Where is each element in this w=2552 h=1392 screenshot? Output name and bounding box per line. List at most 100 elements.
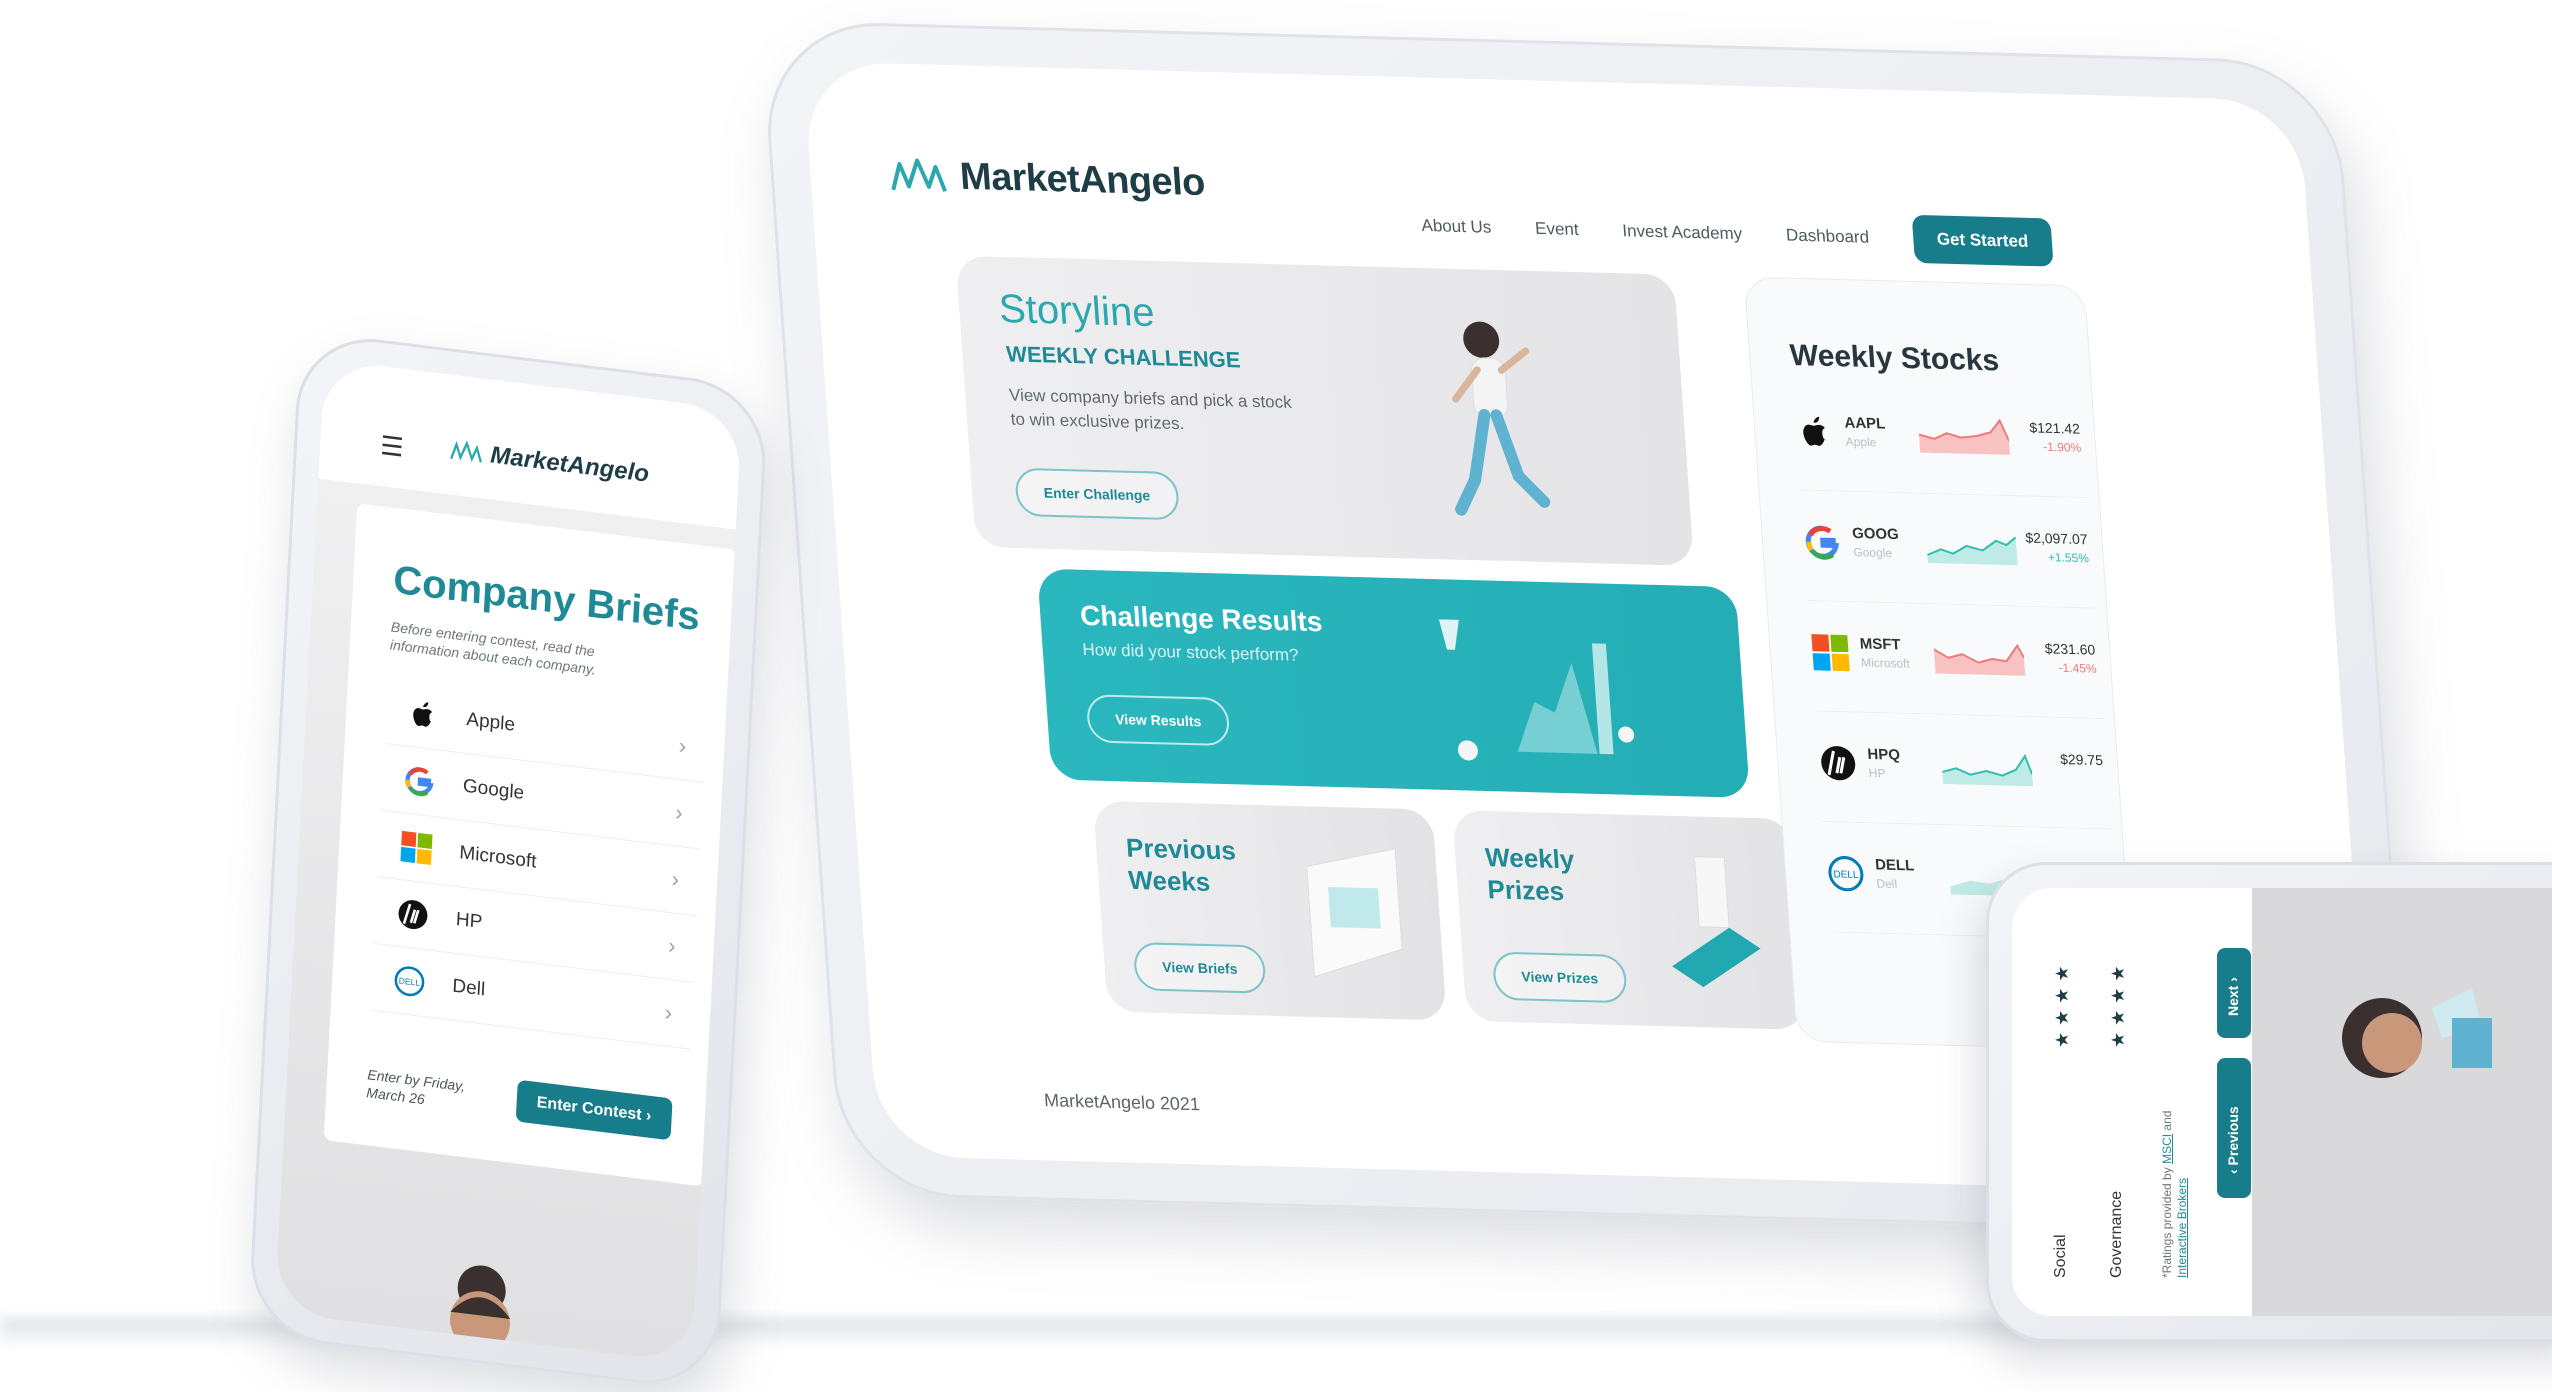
svg-text:DELL: DELL bbox=[399, 975, 421, 988]
bar-chart-illustration bbox=[1438, 619, 1635, 761]
interactive-brokers-link[interactable]: Interactive Brokers bbox=[2175, 1178, 2189, 1278]
phone-right-device: Social Governance ★★★★ ★★★★ *Ratings pro… bbox=[1986, 862, 2552, 1342]
apple-logo-icon bbox=[1803, 416, 1825, 446]
girl-avatar-illustration bbox=[450, 1265, 511, 1352]
company-label: Dell bbox=[451, 975, 486, 1001]
governance-stars-icon: ★★★★ bbox=[2108, 959, 2128, 1048]
storyline-card: Storyline WEEKLY CHALLENGE View company … bbox=[955, 255, 1695, 566]
phone-left-device: ☰ MarketAngelo Company Briefs Before ent… bbox=[247, 330, 770, 1392]
view-prizes-button[interactable]: View Prizes bbox=[1491, 951, 1628, 1004]
stock-change: -1.45% bbox=[2058, 660, 2098, 676]
ratings-note: *Ratings provided by MSCI and Interactiv… bbox=[2160, 1058, 2190, 1278]
logo-mark-icon bbox=[891, 157, 947, 192]
hp-logo-icon bbox=[398, 900, 428, 930]
tablet-logo[interactable]: MarketAngelo bbox=[889, 154, 1207, 205]
stock-name: Google bbox=[1852, 545, 1893, 561]
previous-label: ‹ Previous bbox=[2225, 1106, 2241, 1174]
logo-text: MarketAngelo bbox=[489, 441, 650, 488]
stock-row-aapl[interactable]: AAPL Apple $121.42 -1.90% bbox=[1792, 389, 2089, 499]
challenge-results-title: Challenge Results bbox=[1079, 599, 1324, 638]
nav-about-us[interactable]: About Us bbox=[1421, 216, 1492, 238]
enter-contest-button[interactable]: Enter Contest › bbox=[515, 1079, 673, 1141]
social-label: Social bbox=[2052, 1234, 2069, 1278]
weekly-prizes-card: Weekly Prizes View Prizes bbox=[1452, 810, 1806, 1030]
stock-name: HP bbox=[1868, 765, 1886, 781]
stock-price: $121.42 bbox=[2028, 419, 2081, 437]
view-results-button[interactable]: View Results bbox=[1085, 694, 1231, 747]
company-list: Apple › Google › Microsoft › HP › DELL D… bbox=[370, 677, 708, 1050]
logo-mark-icon bbox=[450, 440, 482, 463]
company-label: HP bbox=[455, 908, 483, 934]
weekly-prizes-title: Weekly Prizes bbox=[1484, 842, 1576, 907]
governance-label: Governance bbox=[2108, 1190, 2125, 1278]
stock-row-msft[interactable]: MSFT Microsoft $231.60 -1.45% bbox=[1807, 609, 2105, 720]
challenge-results-sub: How did your stock perform? bbox=[1081, 639, 1300, 665]
previous-weeks-title: Previous Weeks bbox=[1125, 832, 1237, 898]
prize-illustration bbox=[1672, 856, 1761, 988]
stock-price: $29.75 bbox=[2059, 750, 2104, 769]
hp-logo-icon bbox=[1821, 746, 1856, 781]
phone-left-logo[interactable]: MarketAngelo bbox=[450, 437, 650, 489]
next-button[interactable]: Next › bbox=[2217, 948, 2251, 1038]
msci-link[interactable]: MSCI bbox=[2160, 1134, 2174, 1164]
google-logo-icon bbox=[1805, 525, 1839, 560]
previous-weeks-card: Previous Weeks View Briefs bbox=[1093, 800, 1447, 1021]
stock-ticker: DELL bbox=[1874, 856, 1915, 875]
nav-invest-academy[interactable]: Invest Academy bbox=[1622, 221, 1743, 244]
sparkline-up bbox=[1926, 536, 2018, 566]
company-label: Microsoft bbox=[458, 842, 537, 873]
phone-left-screen: ☰ MarketAngelo Company Briefs Before ent… bbox=[274, 359, 743, 1364]
ratings-panel: Social Governance ★★★★ ★★★★ *Ratings pro… bbox=[2012, 888, 2252, 1316]
nav-dashboard[interactable]: Dashboard bbox=[1785, 225, 1869, 247]
stock-change: -1.90% bbox=[2042, 439, 2082, 455]
previous-button[interactable]: ‹ Previous bbox=[2217, 1058, 2251, 1198]
stock-price: $231.60 bbox=[2044, 640, 2096, 658]
chevron-right-icon: › bbox=[671, 866, 680, 893]
logo-text: MarketAngelo bbox=[958, 155, 1207, 205]
next-label: Next › bbox=[2225, 977, 2241, 1016]
stock-ticker: AAPL bbox=[1843, 414, 1886, 433]
dell-logo-icon: DELL bbox=[394, 966, 425, 997]
weekly-stocks-title: Weekly Stocks bbox=[1788, 338, 2001, 378]
hamburger-menu-icon[interactable]: ☰ bbox=[380, 430, 405, 464]
microsoft-logo-icon bbox=[400, 830, 433, 866]
stock-ticker: HPQ bbox=[1866, 745, 1901, 764]
stock-row-hpq[interactable]: HPQ HP $29.75 bbox=[1815, 720, 2112, 830]
company-label: Apple bbox=[465, 708, 516, 736]
microsoft-logo-icon bbox=[1811, 634, 1850, 672]
phone-right-screen: Social Governance ★★★★ ★★★★ *Ratings pro… bbox=[2012, 888, 2552, 1316]
company-label: Google bbox=[462, 775, 525, 804]
phone-left-header: ☰ MarketAngelo bbox=[318, 359, 743, 530]
storyline-title: Storyline bbox=[997, 286, 1156, 336]
google-logo-icon bbox=[405, 767, 434, 797]
dell-logo-icon: DELL bbox=[1828, 856, 1864, 892]
calendar-illustration bbox=[1306, 848, 1403, 978]
girl-character-illustration bbox=[2342, 988, 2492, 1078]
stock-ticker: GOOG bbox=[1851, 524, 1900, 544]
top-nav: About Us Event Invest Academy Dashboard … bbox=[1420, 202, 2054, 267]
challenge-results-card: Challenge Results How did your stock per… bbox=[1037, 568, 1751, 798]
stock-change: +1.55% bbox=[2047, 550, 2090, 566]
stock-price: $2,097.07 bbox=[2024, 529, 2089, 548]
enter-deadline-note: Enter by Friday, March 26 bbox=[366, 1066, 466, 1108]
company-briefs-card: Company Briefs Before entering contest, … bbox=[323, 503, 737, 1187]
stock-name: Microsoft bbox=[1860, 655, 1911, 671]
view-briefs-button[interactable]: View Briefs bbox=[1132, 942, 1267, 994]
stock-name: Apple bbox=[1845, 434, 1877, 450]
enter-challenge-button[interactable]: Enter Challenge bbox=[1014, 467, 1180, 521]
apple-logo-icon bbox=[413, 702, 433, 727]
get-started-button[interactable]: Get Started bbox=[1911, 214, 2054, 267]
running-girl-illustration bbox=[1451, 321, 1551, 516]
sparkline-down bbox=[1918, 418, 2010, 455]
tablet-footer: MarketAngelo 2021 bbox=[1043, 1090, 1201, 1115]
sparkline-up bbox=[1942, 753, 2034, 787]
ratings-note-and: and bbox=[2160, 1110, 2174, 1131]
chevron-right-icon: › bbox=[674, 799, 684, 826]
stock-row-goog[interactable]: GOOG Google $2,097.07 +1.55% bbox=[1799, 499, 2097, 609]
chevron-right-icon: › bbox=[664, 999, 673, 1026]
nav-event[interactable]: Event bbox=[1534, 219, 1579, 240]
social-stars-icon: ★★★★ bbox=[2052, 959, 2072, 1048]
chevron-right-icon: › bbox=[678, 732, 687, 759]
stock-name: Dell bbox=[1875, 876, 1898, 892]
chevron-right-icon: › bbox=[667, 932, 677, 959]
